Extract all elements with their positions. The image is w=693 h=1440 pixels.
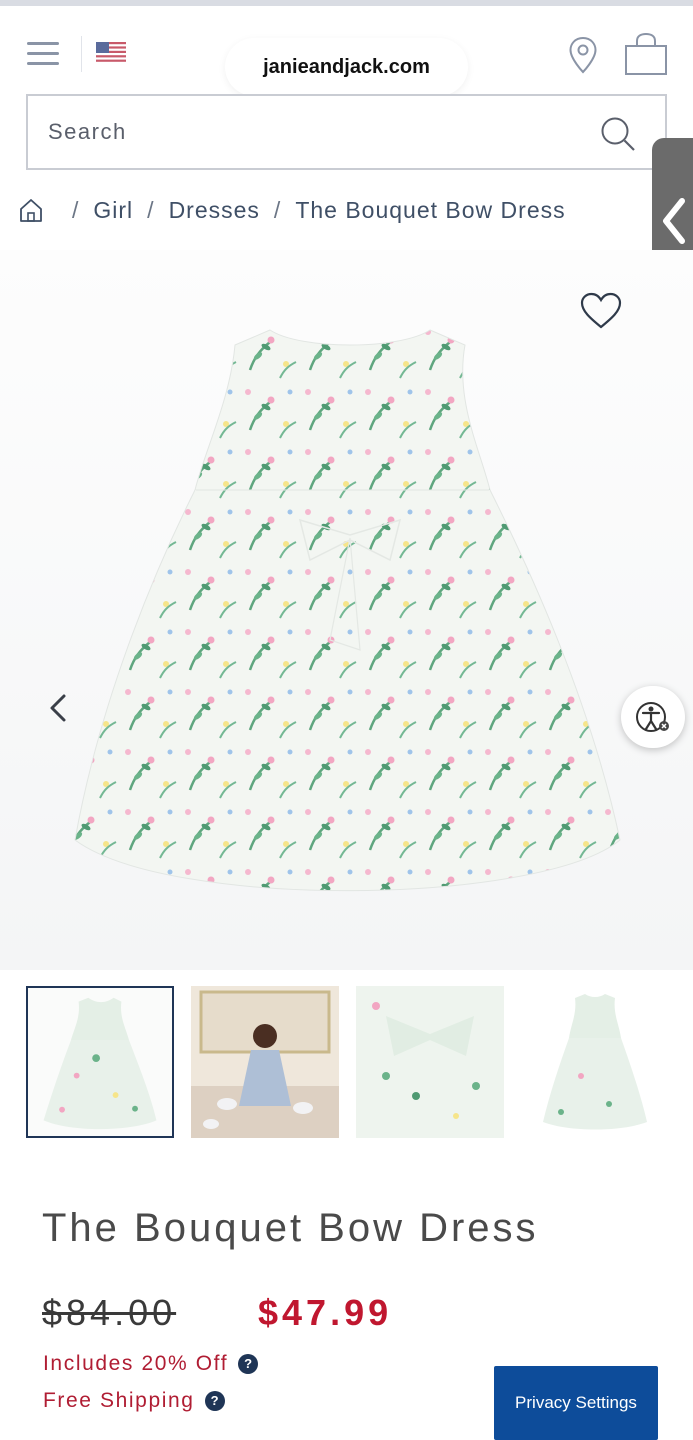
location-pin-icon[interactable]	[568, 36, 598, 74]
help-icon[interactable]: ?	[204, 1391, 225, 1411]
thumbnail-dress-back[interactable]	[521, 986, 669, 1138]
accessibility-button[interactable]	[621, 686, 685, 748]
breadcrumb-separator: /	[147, 196, 155, 223]
us-flag-icon[interactable]	[96, 42, 126, 62]
promo-discount: Includes 20% Off ?	[43, 1352, 259, 1376]
breadcrumb-dresses[interactable]: Dresses	[169, 197, 260, 224]
thumbnail-dress-front[interactable]	[26, 986, 174, 1138]
thumbnail-strip	[26, 986, 676, 1138]
search-input[interactable]	[48, 96, 588, 168]
original-price: $84.00	[42, 1292, 177, 1333]
thumbnail-model-tea-party[interactable]	[191, 986, 339, 1138]
browser-url-pill[interactable]: janieandjack.com	[225, 38, 468, 96]
breadcrumb-separator: /	[273, 196, 282, 223]
search-icon[interactable]	[598, 114, 638, 154]
breadcrumb-current: The Bouquet Bow Dress	[295, 196, 566, 223]
shopping-bag-icon[interactable]	[624, 32, 668, 76]
thumbnail-bow-detail[interactable]	[356, 986, 504, 1138]
promo-discount-label: Includes 20% Off	[43, 1352, 229, 1375]
search-bar	[26, 94, 667, 170]
home-icon[interactable]	[18, 197, 44, 223]
product-title: The Bouquet Bow Dress	[42, 1206, 539, 1250]
sale-price: $47.99	[258, 1292, 393, 1333]
chevron-left-icon[interactable]	[44, 690, 74, 726]
product-main-image	[74, 329, 621, 892]
menu-icon[interactable]	[27, 40, 60, 68]
accessibility-icon	[636, 702, 669, 732]
header-divider	[81, 36, 82, 72]
help-icon[interactable]: ?	[238, 1354, 259, 1374]
breadcrumb-separator: /	[72, 196, 80, 223]
chevron-left-icon	[663, 198, 685, 244]
promo-shipping-label: Free Shipping	[43, 1389, 195, 1412]
promo-shipping: Free Shipping ?	[43, 1389, 225, 1413]
heart-icon[interactable]	[580, 292, 622, 330]
privacy-settings-button[interactable]: Privacy Settings	[494, 1366, 658, 1440]
breadcrumb: / Girl / Dresses / The Bouquet Bow Dress	[18, 190, 566, 230]
breadcrumb-girl[interactable]: Girl	[93, 197, 133, 224]
